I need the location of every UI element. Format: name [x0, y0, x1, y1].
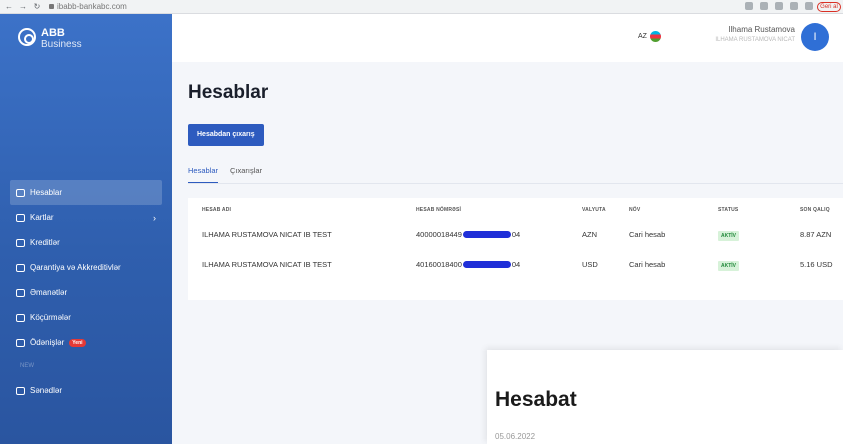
sidebar-item-transfers[interactable]: Köçürmələr — [10, 305, 162, 330]
account-number: 40160018400 04 — [416, 260, 520, 269]
sidebar-item-label: Sənədlər — [30, 386, 63, 395]
sidebar-item-deposits[interactable]: Əmanətlər — [10, 280, 162, 305]
documents-icon — [16, 386, 25, 395]
account-number-suffix: 04 — [511, 259, 521, 269]
top-bar: AZ Ilhama Rustamova ILHAMA RUSTAMOVA NIC… — [172, 14, 843, 62]
sidebar-item-label: Əmanətlər — [30, 288, 68, 297]
abb-logo-icon — [18, 28, 36, 46]
user-name: Ilhama Rustamova — [728, 25, 795, 34]
card-icon — [16, 213, 25, 222]
sidebar-item-cards[interactable]: Kartlar › — [10, 205, 162, 230]
azerbaijan-flag-icon — [649, 31, 661, 42]
column-header-name[interactable]: HESAB ADI — [202, 207, 231, 213]
sidebar-menu: Hesablar Kartlar › Kreditlər Qarantiya v… — [0, 180, 172, 403]
tab-accounts[interactable]: Hesablar — [188, 166, 219, 183]
sidebar: ABB Business Hesablar Kartlar › Kreditlə… — [0, 14, 172, 444]
url-text: ibabb-bankabc.com — [57, 2, 127, 11]
account-name: ILHAMA RUSTAMOVA NICAT IB TEST — [202, 229, 332, 239]
sidebar-item-credits[interactable]: Kreditlər — [10, 230, 162, 255]
redaction-mark — [462, 260, 511, 268]
profile-icon[interactable] — [805, 2, 813, 10]
guarantee-icon — [16, 263, 25, 272]
browser-toolbar: ← → ↻ ibabb-bankabc.com Geri al — [0, 0, 843, 14]
brand-name: ABB — [41, 27, 65, 39]
account-number-prefix: 40000018449 — [416, 229, 462, 239]
reload-icon[interactable]: ↻ — [33, 2, 41, 11]
report-date: 05.06.2022 — [495, 432, 536, 441]
chevron-right-icon: › — [153, 213, 156, 223]
sidebar-item-label: Kreditlər — [30, 238, 60, 247]
account-type: Cari hesab — [629, 259, 666, 269]
account-balance: 5.16 USD — [800, 259, 833, 269]
user-info[interactable]: Ilhama Rustamova ILHAMA RUSTAMOVA NICAT — [715, 25, 795, 45]
sidebar-item-documents[interactable]: Sənədlər — [10, 378, 162, 403]
column-header-currency[interactable]: VALYUTA — [582, 207, 606, 213]
browser-profile-button[interactable]: Geri al — [817, 2, 841, 12]
report-preview: Hesabat 05.06.2022 — [487, 350, 843, 444]
avatar[interactable]: I — [801, 23, 829, 51]
sidebar-item-label: Köçürmələr — [30, 313, 71, 322]
deposit-icon — [16, 288, 25, 297]
forward-icon[interactable]: → — [19, 2, 27, 11]
account-statement-button[interactable]: Hesabdan çıxarış — [188, 124, 264, 146]
accounts-table: HESAB ADI HESAB NÖMRƏSİ VALYUTA NÖV STAT… — [188, 198, 843, 300]
company-name: ILHAMA RUSTAMOVA NICAT — [715, 37, 795, 43]
account-currency: AZN — [582, 229, 597, 239]
extension-icon[interactable] — [760, 2, 768, 10]
lock-icon — [49, 4, 54, 9]
sidebar-item-label: Ödənişlər — [30, 338, 65, 347]
sidebar-item-label: Qarantiya və Akkreditivlər — [30, 263, 121, 272]
address-bar[interactable]: ibabb-bankabc.com — [49, 2, 127, 11]
page-title: Hesablar — [188, 82, 269, 103]
star-icon[interactable] — [775, 2, 783, 10]
account-number: 40000018449 04 — [416, 230, 520, 239]
wallet-icon — [16, 188, 25, 197]
account-currency: USD — [582, 259, 598, 269]
column-header-balance[interactable]: SON QALIQ — [800, 207, 830, 213]
report-title: Hesabat — [495, 388, 577, 411]
extension-icon[interactable] — [745, 2, 753, 10]
transfer-icon — [16, 313, 25, 322]
column-header-status[interactable]: STATUS — [718, 207, 738, 213]
sidebar-item-guarantees[interactable]: Qarantiya və Akkreditivlər — [10, 255, 162, 280]
sidebar-item-label: Hesablar — [30, 188, 63, 197]
column-header-number[interactable]: HESAB NÖMRƏSİ — [416, 207, 461, 213]
brand-logo[interactable]: ABB Business — [18, 28, 82, 50]
language-code: AZ — [638, 33, 647, 40]
tab-statements[interactable]: Çıxarışlar — [230, 166, 262, 183]
payment-icon — [16, 338, 25, 347]
tab-bar: Hesablar Çıxarışlar — [188, 166, 262, 183]
account-type: Cari hesab — [629, 229, 666, 239]
account-balance: 8.87 AZN — [800, 229, 832, 239]
status-badge: AKTİV — [718, 260, 739, 271]
credit-icon — [16, 238, 25, 247]
brand-sub: Business — [41, 39, 82, 50]
sidebar-section-divider: NEW — [20, 363, 34, 369]
sidebar-item-label: Kartlar — [30, 213, 54, 222]
status-badge: AKTİV — [718, 230, 739, 241]
tab-search-icon[interactable] — [790, 2, 798, 10]
account-name: ILHAMA RUSTAMOVA NICAT IB TEST — [202, 259, 332, 269]
redaction-mark — [462, 230, 511, 238]
column-header-type[interactable]: NÖV — [629, 207, 640, 213]
account-number-prefix: 40160018400 — [416, 259, 462, 269]
back-icon[interactable]: ← — [5, 2, 13, 11]
new-badge: Yeni — [69, 338, 86, 347]
language-switcher[interactable]: AZ — [638, 31, 661, 42]
account-number-suffix: 04 — [511, 229, 521, 239]
sidebar-item-payments[interactable]: Ödənişlər Yeni — [10, 330, 162, 355]
tabs-divider — [188, 183, 843, 184]
sidebar-item-accounts[interactable]: Hesablar — [10, 180, 162, 205]
